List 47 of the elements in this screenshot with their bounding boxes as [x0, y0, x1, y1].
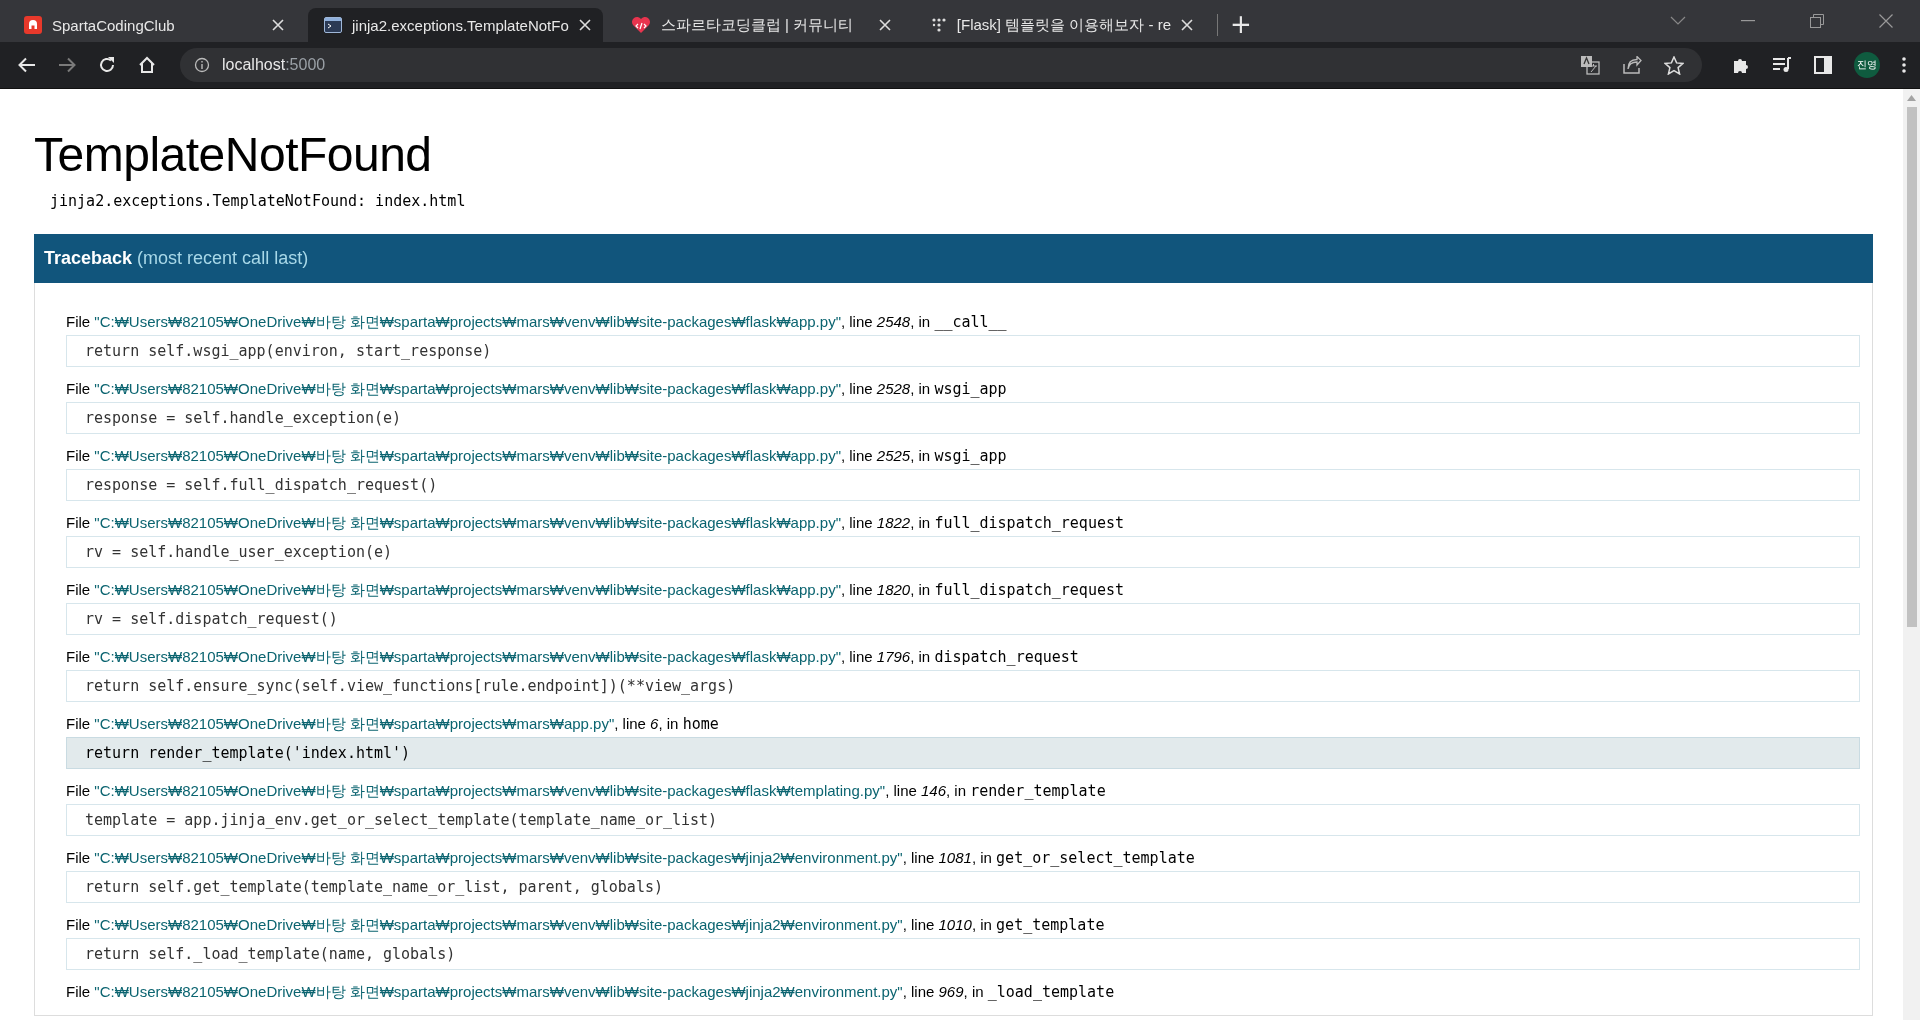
new-tab-button[interactable]: + — [1218, 6, 1264, 42]
back-arrow-icon[interactable] — [18, 57, 36, 73]
browser-tab[interactable]: [Flask] 템플릿을 이용해보자 - re — [914, 8, 1205, 42]
forward-arrow-icon[interactable] — [58, 57, 76, 73]
frame-location: File "C:₩Users₩82105₩OneDrive₩바탕 화면₩sparta₩projects₩mars₩venv₩lib₩site-packages₩flask₩app.py", line 2548, in __call__ — [66, 313, 1008, 332]
home-icon[interactable] — [138, 56, 156, 74]
reload-icon[interactable] — [98, 56, 116, 74]
frame-location: File "C:₩Users₩82105₩OneDrive₩바탕 화면₩sparta₩projects₩mars₩venv₩lib₩site-packages₩flask₩templating.py", line 146, in render_template — [66, 782, 1107, 801]
profile-avatar[interactable]: 진영 — [1854, 52, 1880, 78]
tab-title: jinja2.exceptions.TemplateNotFo — [352, 16, 569, 34]
playlist-icon[interactable] — [1772, 57, 1792, 73]
dots-icon — [930, 17, 947, 33]
puzzle-piece-icon[interactable] — [1732, 56, 1750, 74]
more-menu-icon[interactable] — [1902, 57, 1906, 73]
browser-tab[interactable]: 스파르타코딩클럽 | 커뮤니티 — [614, 8, 903, 42]
frame-location: File "C:₩Users₩82105₩OneDrive₩바탕 화면₩sparta₩projects₩mars₩venv₩lib₩site-packages₩jinja2₩environment.py", line 969, in _load_template — [66, 983, 1116, 1002]
url-text: localhost:5000 — [222, 56, 326, 74]
address-bar[interactable]: localhost:5000 — [180, 48, 1702, 82]
chevron-down-icon[interactable] — [1670, 16, 1686, 26]
traceback-note: (most recent call last) — [137, 248, 309, 268]
frame-location: File "C:₩Users₩82105₩OneDrive₩바탕 화면₩sparta₩projects₩mars₩venv₩lib₩site-packages₩flask₩app.py", line 1822, in full_dispatch_request — [66, 514, 1126, 533]
frame-location: File "C:₩Users₩82105₩OneDrive₩바탕 화면₩sparta₩projects₩mars₩venv₩lib₩site-packages₩flask₩app.py", line 2528, in wsgi_app — [66, 380, 1008, 399]
heart-icon — [630, 16, 651, 34]
tab-title: [Flask] 템플릿을 이용해보자 - re — [956, 15, 1171, 35]
frame-location: File "C:₩Users₩82105₩OneDrive₩바탕 화면₩sparta₩projects₩mars₩venv₩lib₩site-packages₩flask₩app.py", line 1796, in dispatch_request — [66, 648, 1080, 667]
side-panel-icon[interactable] — [1814, 56, 1832, 74]
browser-tab[interactable]: jinja2.exceptions.TemplateNotFo — [308, 8, 603, 42]
translate-icon[interactable] — [1580, 55, 1600, 75]
terminal-icon — [324, 17, 342, 33]
frame-location: File "C:₩Users₩82105₩OneDrive₩바탕 화면₩sparta₩projects₩mars₩app.py", line 6, in home — [66, 715, 720, 734]
tab-title: 스파르타코딩클럽 | 커뮤니티 — [660, 15, 855, 35]
browser-tab[interactable]: SpartaCodingClub — [8, 8, 296, 42]
frame-location: File "C:₩Users₩82105₩OneDrive₩바탕 화면₩sparta₩projects₩mars₩venv₩lib₩site-packages₩flask₩app.py", line 1820, in full_dispatch_request — [66, 581, 1126, 600]
traceback-title: Traceback — [44, 248, 133, 268]
helmet-icon — [24, 16, 42, 34]
scrollbar[interactable] — [1903, 89, 1920, 1020]
error-message: jinja2.exceptions.TemplateNotFound: index.html — [50, 192, 467, 210]
star-icon[interactable] — [1664, 55, 1684, 75]
info-icon — [194, 57, 210, 73]
frame-location: File "C:₩Users₩82105₩OneDrive₩바탕 화면₩sparta₩projects₩mars₩venv₩lib₩site-packages₩flask₩app.py", line 2525, in wsgi_app — [66, 447, 1008, 466]
error-title: TemplateNotFound — [34, 127, 433, 182]
tab-title: SpartaCodingClub — [52, 16, 176, 34]
frame-location: File "C:₩Users₩82105₩OneDrive₩바탕 화면₩sparta₩projects₩mars₩venv₩lib₩site-packages₩jinja2₩environment.py", line 1081, in get_or_select_template — [66, 849, 1196, 868]
minimize-icon[interactable] — [1741, 20, 1755, 22]
frame-location: File "C:₩Users₩82105₩OneDrive₩바탕 화면₩sparta₩projects₩mars₩venv₩lib₩site-packages₩jinja2₩environment.py", line 1010, in get_template — [66, 916, 1106, 935]
share-icon[interactable] — [1622, 56, 1642, 74]
restore-icon[interactable] — [1810, 14, 1824, 28]
